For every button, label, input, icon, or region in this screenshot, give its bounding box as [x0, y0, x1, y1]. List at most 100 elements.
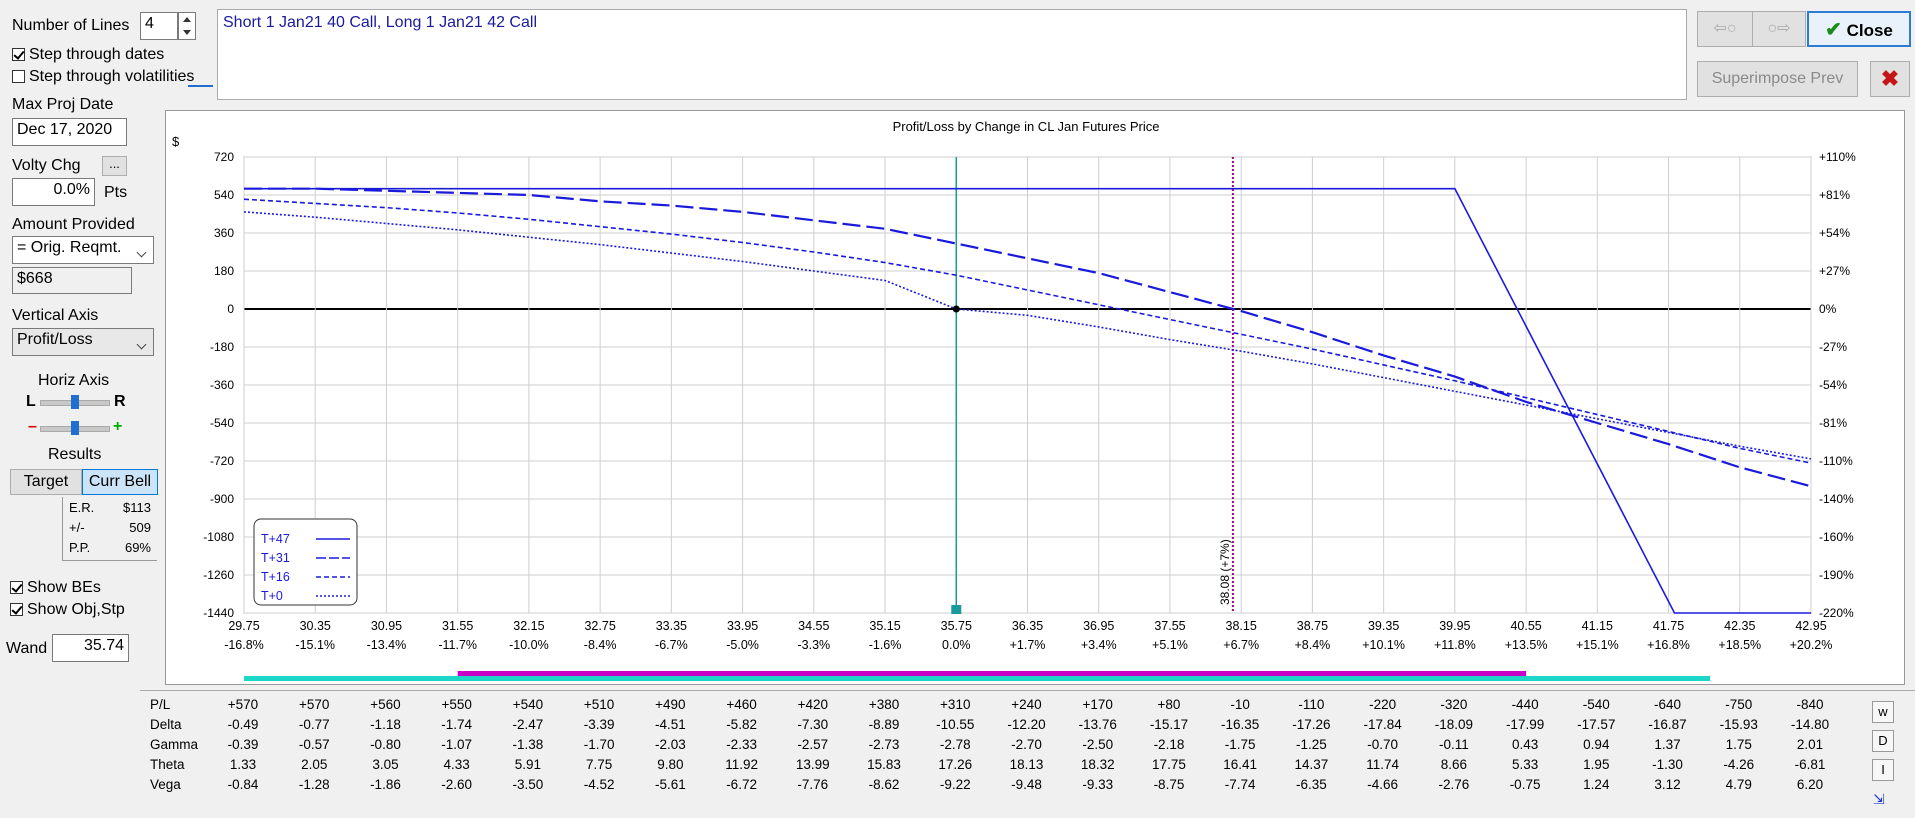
max-proj-input[interactable]: Dec 17, 2020 [12, 118, 127, 146]
haxis-r-label: R [114, 393, 126, 410]
checkmark-icon: ✔ [1825, 19, 1842, 41]
back-button[interactable]: ⇦○ [1697, 11, 1753, 47]
x-tick-label: 33.35 [656, 619, 687, 633]
spin-up-icon[interactable] [183, 17, 191, 22]
x-tick-label: 42.95 [1795, 619, 1826, 633]
superimpose-button[interactable]: Superimpose Prev [1697, 61, 1858, 97]
step-vol-checkbox[interactable]: Step through volatilities [12, 68, 194, 86]
x-tick-label: 29.75 [228, 619, 259, 633]
y2-tick-label: +110% [1819, 150, 1856, 164]
haxis-lr-thumb[interactable] [71, 395, 79, 409]
table-cell: -17.57 [1577, 717, 1616, 732]
table-cell: -2.03 [654, 737, 686, 752]
x-pct-label: +16.8% [1647, 638, 1690, 652]
vaxis-select[interactable]: Profit/Loss [12, 328, 154, 356]
table-cell: 4.33 [443, 757, 470, 772]
x-pct-label: -15.1% [295, 638, 335, 652]
i-icon[interactable]: I [1872, 759, 1894, 781]
breakeven-label: 38.08 (+7%) [1218, 539, 1232, 605]
amount-select[interactable]: = Orig. Reqmt. [12, 236, 154, 264]
forward-button[interactable]: ○⇨ [1752, 11, 1806, 47]
x-pct-label: -11.7% [438, 638, 477, 652]
volty-label: Volty Chg [12, 157, 81, 174]
wand-input[interactable]: 35.74 [52, 634, 129, 662]
x-pct-label: -6.7% [655, 638, 688, 652]
w-icon[interactable]: w [1872, 701, 1894, 723]
x-pct-label: +13.5% [1505, 638, 1548, 652]
y2-tick-label: +27% [1819, 264, 1850, 278]
legend-label: T+16 [261, 570, 290, 584]
export-icon[interactable]: ⇲ [1873, 791, 1891, 807]
table-cell: 8.66 [1440, 757, 1467, 772]
table-cell: -1.30 [1652, 757, 1683, 772]
table-cell: 3.12 [1654, 777, 1681, 792]
volty-input[interactable]: 0.0% [12, 178, 95, 206]
y-tick-label: -720 [210, 454, 234, 468]
x-tick-label: 35.75 [941, 619, 972, 633]
description-splitter[interactable] [188, 85, 213, 97]
x-pct-label: -8.4% [584, 638, 617, 652]
range-band-magenta [457, 671, 1527, 676]
curr-bell-tab[interactable]: Curr Bell [82, 469, 158, 495]
num-lines-label: Number of Lines [12, 17, 130, 34]
x-pct-label: -16.8% [224, 638, 264, 652]
x-tick-label: 39.35 [1368, 619, 1399, 633]
x-tick-label: 36.35 [1012, 619, 1043, 633]
x-pct-label: 0.0% [942, 638, 971, 652]
table-cell: -1.28 [298, 777, 330, 792]
haxis-lr-slider[interactable] [40, 395, 110, 409]
volty-unit: Pts [104, 184, 128, 201]
table-cell: -7.30 [797, 717, 829, 732]
table-cell: +460 [726, 697, 757, 712]
table-cell: +490 [655, 697, 686, 712]
x-tick-label: 33.95 [727, 619, 758, 633]
table-cell: -640 [1654, 697, 1682, 712]
table-cell: 2.05 [301, 757, 328, 772]
legend-label: T+47 [261, 532, 290, 546]
wand-marker [951, 605, 962, 614]
x-tick-label: 36.95 [1083, 619, 1114, 633]
volty-more-button[interactable]: ... [102, 156, 127, 176]
table-cell: 4.79 [1725, 777, 1752, 792]
table-cell: -1.18 [370, 717, 401, 732]
x-pct-label: +10.1% [1362, 638, 1405, 652]
y-tick-label: 720 [214, 150, 234, 164]
d-icon[interactable]: D [1872, 730, 1894, 752]
x-pct-label: +20.2% [1790, 638, 1833, 652]
cancel-x-icon[interactable]: ✖ [1870, 61, 1910, 97]
range-band-cyan [244, 676, 1711, 681]
close-label: Close [1846, 21, 1893, 40]
results-label: Results [48, 446, 102, 463]
table-cell: +170 [1082, 697, 1113, 712]
description-box[interactable]: Short 1 Jan21 40 Call, Long 1 Jan21 42 C… [217, 9, 1687, 100]
show-obj-checkbox[interactable]: Show Obj,Stp [10, 601, 125, 619]
table-cell: -1.25 [1296, 737, 1327, 752]
y-tick-label: 180 [214, 264, 234, 278]
spin-down-icon[interactable] [183, 30, 191, 35]
num-lines-spinner[interactable] [178, 12, 196, 40]
table-cell: +570 [227, 697, 259, 712]
x-tick-label: 41.15 [1582, 619, 1613, 633]
haxis-minus: – [28, 418, 37, 435]
show-bes-checkbox[interactable]: Show BEs [10, 579, 101, 597]
table-cell: -540 [1582, 697, 1610, 712]
table-cell: -9.48 [1011, 777, 1042, 792]
y-tick-label: -540 [210, 416, 234, 430]
x-tick-label: 40.55 [1510, 619, 1541, 633]
chart-panel: Profit/Loss by Change in CL Jan Futures … [165, 110, 1905, 685]
step-dates-checkbox[interactable]: Step through dates [12, 46, 164, 64]
vaxis-label: Vertical Axis [12, 307, 99, 324]
table-cell: -8.75 [1153, 777, 1185, 792]
haxis-zoom-thumb[interactable] [71, 421, 79, 435]
pl-chart[interactable]: Profit/Loss by Change in CL Jan Futures … [166, 111, 1904, 684]
table-cell: 17.75 [1152, 757, 1186, 772]
num-lines-input[interactable]: 4 [140, 12, 178, 40]
table-cell: 15.83 [867, 757, 901, 772]
target-tab[interactable]: Target [10, 469, 82, 495]
table-cell: 17.26 [938, 757, 973, 772]
haxis-label: Horiz Axis [38, 372, 110, 389]
haxis-zoom-slider[interactable] [40, 421, 110, 435]
close-button[interactable]: ✔ Close [1807, 11, 1911, 47]
x-pct-label: +8.4% [1295, 638, 1331, 652]
table-cell: 9.80 [657, 757, 684, 772]
